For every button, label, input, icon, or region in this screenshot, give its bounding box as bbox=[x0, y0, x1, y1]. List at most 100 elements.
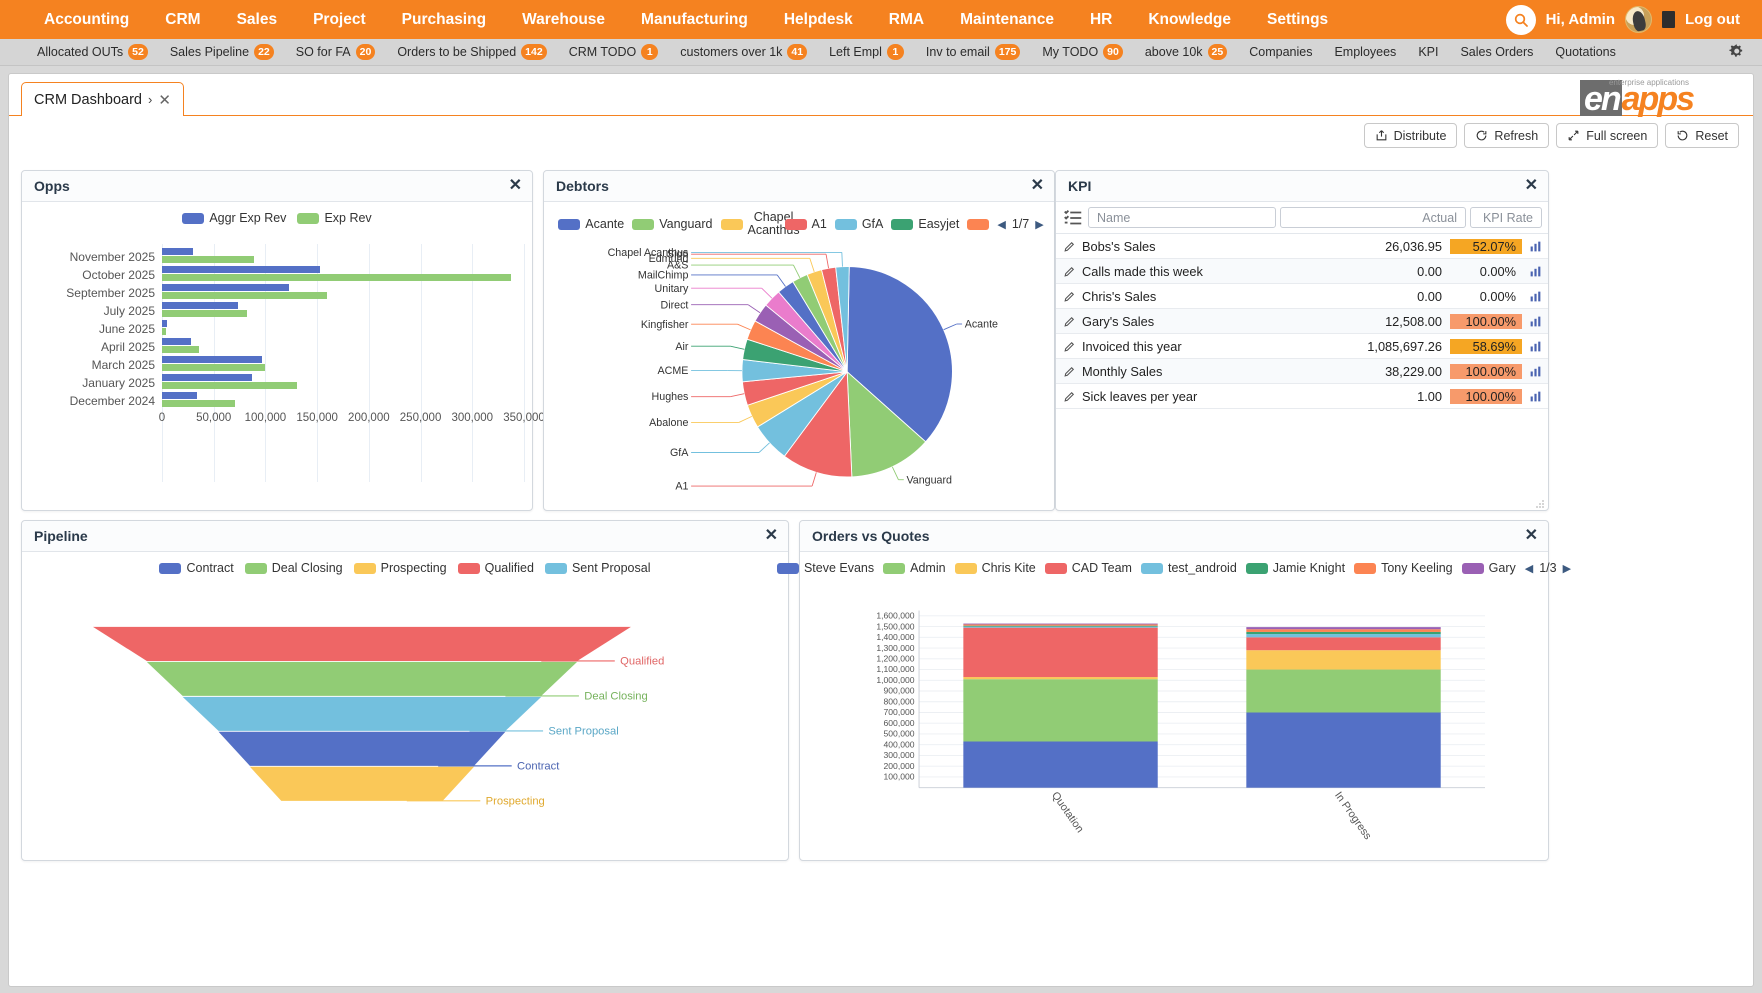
nav-item-manufacturing[interactable]: Manufacturing bbox=[623, 0, 766, 39]
table-row[interactable]: Calls made this week0.000.00% bbox=[1056, 259, 1548, 284]
table-row[interactable]: Monthly Sales38,229.00100.00% bbox=[1056, 359, 1548, 384]
kpi-name-filter[interactable]: Name bbox=[1088, 207, 1276, 228]
pencil-icon[interactable] bbox=[1056, 290, 1082, 303]
legend-item-test-android[interactable]: test_android bbox=[1141, 561, 1237, 575]
legend-item-acante[interactable]: Acante bbox=[558, 217, 624, 231]
bar-chart-icon[interactable] bbox=[1522, 315, 1548, 328]
nav-item-hr[interactable]: HR bbox=[1072, 0, 1130, 39]
avatar[interactable] bbox=[1625, 6, 1652, 33]
legend-item-gfa[interactable]: GfA bbox=[835, 217, 884, 231]
shortcut-companies[interactable]: Companies bbox=[1238, 45, 1323, 59]
stacked-bar-segment[interactable] bbox=[1246, 634, 1440, 637]
pencil-icon[interactable] bbox=[1056, 315, 1082, 328]
table-row[interactable]: Chris's Sales0.000.00% bbox=[1056, 284, 1548, 309]
stacked-bar-segment[interactable] bbox=[1246, 712, 1440, 787]
close-icon[interactable]: ✕ bbox=[158, 91, 171, 109]
shortcut-my-todo[interactable]: My TODO90 bbox=[1031, 44, 1133, 60]
shortcut-employees[interactable]: Employees bbox=[1323, 45, 1407, 59]
bar-aggr-exp-rev[interactable] bbox=[162, 356, 262, 363]
legend-item-contract[interactable]: Contract bbox=[159, 561, 233, 575]
shortcut-orders-to-be-shipped[interactable]: Orders to be Shipped142 bbox=[386, 44, 557, 60]
bar-aggr-exp-rev[interactable] bbox=[162, 392, 197, 399]
bar-chart-icon[interactable] bbox=[1522, 340, 1548, 353]
bar-exp-rev[interactable] bbox=[162, 310, 247, 317]
chevron-right-icon[interactable]: › bbox=[148, 92, 152, 107]
nav-item-warehouse[interactable]: Warehouse bbox=[504, 0, 623, 39]
stacked-bar-segment[interactable] bbox=[1246, 629, 1440, 632]
nav-item-purchasing[interactable]: Purchasing bbox=[384, 0, 504, 39]
bar-exp-rev[interactable] bbox=[162, 382, 297, 389]
reset-button[interactable]: Reset bbox=[1665, 123, 1739, 148]
nav-item-settings[interactable]: Settings bbox=[1249, 0, 1346, 39]
pencil-icon[interactable] bbox=[1056, 265, 1082, 278]
pencil-icon[interactable] bbox=[1056, 340, 1082, 353]
shortcut-inv-to-email[interactable]: Inv to email175 bbox=[915, 44, 1031, 60]
distribute-button[interactable]: Distribute bbox=[1364, 123, 1458, 148]
table-row[interactable]: Invoiced this year1,085,697.2658.69% bbox=[1056, 334, 1548, 359]
funnel-stage[interactable] bbox=[93, 627, 631, 661]
kpi-rate-filter[interactable]: KPI Rate bbox=[1470, 207, 1542, 228]
bar-aggr-exp-rev[interactable] bbox=[162, 320, 167, 327]
tab-crm-dashboard[interactable]: CRM Dashboard › ✕ bbox=[21, 82, 184, 116]
legend-item-aggr-exp-rev[interactable]: Aggr Exp Rev bbox=[182, 211, 286, 225]
bar-exp-rev[interactable] bbox=[162, 328, 166, 335]
nav-item-project[interactable]: Project bbox=[295, 0, 384, 39]
close-icon[interactable]: ✕ bbox=[509, 178, 522, 194]
shortcut-customers-over-1k[interactable]: customers over 1k41 bbox=[669, 44, 818, 60]
shortcut-kpi[interactable]: KPI bbox=[1407, 45, 1449, 59]
legend-item-qualified[interactable]: Qualified bbox=[458, 561, 534, 575]
funnel-stage[interactable] bbox=[250, 767, 474, 801]
close-icon[interactable]: ✕ bbox=[765, 528, 778, 544]
bar-chart-icon[interactable] bbox=[1522, 390, 1548, 403]
refresh-button[interactable]: Refresh bbox=[1464, 123, 1549, 148]
stacked-bar-segment[interactable] bbox=[963, 626, 1157, 627]
legend-item-a1[interactable]: A1 bbox=[785, 217, 827, 231]
legend-item-chapel-acanthus[interactable]: Chapel Acanthus bbox=[721, 211, 777, 237]
legend-item-chris-kite[interactable]: Chris Kite bbox=[955, 561, 1036, 575]
nav-item-accounting[interactable]: Accounting bbox=[26, 0, 147, 39]
stacked-bar-segment[interactable] bbox=[1246, 637, 1440, 650]
stacked-bar-segment[interactable] bbox=[963, 741, 1157, 787]
logout-button[interactable]: Log out bbox=[1685, 11, 1740, 28]
search-icon[interactable] bbox=[1506, 5, 1536, 35]
bar-chart-icon[interactable] bbox=[1522, 265, 1548, 278]
shortcut-crm-todo[interactable]: CRM TODO1 bbox=[558, 44, 670, 60]
bar-aggr-exp-rev[interactable] bbox=[162, 266, 320, 273]
legend-item-sent-proposal[interactable]: Sent Proposal bbox=[545, 561, 651, 575]
shortcut-sales-orders[interactable]: Sales Orders bbox=[1449, 45, 1544, 59]
legend-item-steve-evans[interactable]: Steve Evans bbox=[777, 561, 874, 575]
stacked-bar-segment[interactable] bbox=[1246, 632, 1440, 634]
pencil-icon[interactable] bbox=[1056, 390, 1082, 403]
legend-item-gary[interactable]: Gary bbox=[1462, 561, 1516, 575]
bar-aggr-exp-rev[interactable] bbox=[162, 302, 238, 309]
nav-item-maintenance[interactable]: Maintenance bbox=[942, 0, 1072, 39]
legend-item-easyjet[interactable]: Easyjet bbox=[891, 217, 959, 231]
pencil-icon[interactable] bbox=[1056, 240, 1082, 253]
bar-aggr-exp-rev[interactable] bbox=[162, 338, 191, 345]
nav-item-helpdesk[interactable]: Helpdesk bbox=[766, 0, 871, 39]
prev-page-icon[interactable]: ◀ bbox=[997, 218, 1005, 231]
stacked-bar-segment[interactable] bbox=[1246, 650, 1440, 669]
funnel-stage[interactable] bbox=[183, 697, 542, 731]
nav-item-crm[interactable]: CRM bbox=[147, 0, 218, 39]
close-icon[interactable]: ✕ bbox=[1031, 178, 1044, 194]
bar-chart-icon[interactable] bbox=[1522, 290, 1548, 303]
nav-item-rma[interactable]: RMA bbox=[871, 0, 942, 39]
stacked-bar-segment[interactable] bbox=[963, 624, 1157, 625]
legend-item-prospecting[interactable]: Prospecting bbox=[354, 561, 447, 575]
nav-item-sales[interactable]: Sales bbox=[219, 0, 296, 39]
kpi-actual-filter[interactable]: Actual bbox=[1280, 207, 1466, 228]
stacked-bar-segment[interactable] bbox=[963, 628, 1157, 677]
stacked-bar-segment[interactable] bbox=[963, 677, 1157, 679]
shortcut-sales-pipeline[interactable]: Sales Pipeline22 bbox=[159, 44, 285, 60]
next-page-icon[interactable]: ▶ bbox=[1563, 562, 1571, 575]
legend-item-tony-keeling[interactable]: Tony Keeling bbox=[1354, 561, 1453, 575]
fullscreen-button[interactable]: Full screen bbox=[1556, 123, 1658, 148]
bar-exp-rev[interactable] bbox=[162, 400, 235, 407]
bar-aggr-exp-rev[interactable] bbox=[162, 284, 289, 291]
bar-exp-rev[interactable] bbox=[162, 274, 511, 281]
legend-item-jamie-knight[interactable]: Jamie Knight bbox=[1246, 561, 1345, 575]
pencil-icon[interactable] bbox=[1056, 365, 1082, 378]
legend-item-vanguard[interactable]: Vanguard bbox=[632, 217, 712, 231]
legend-item-deal-closing[interactable]: Deal Closing bbox=[245, 561, 343, 575]
